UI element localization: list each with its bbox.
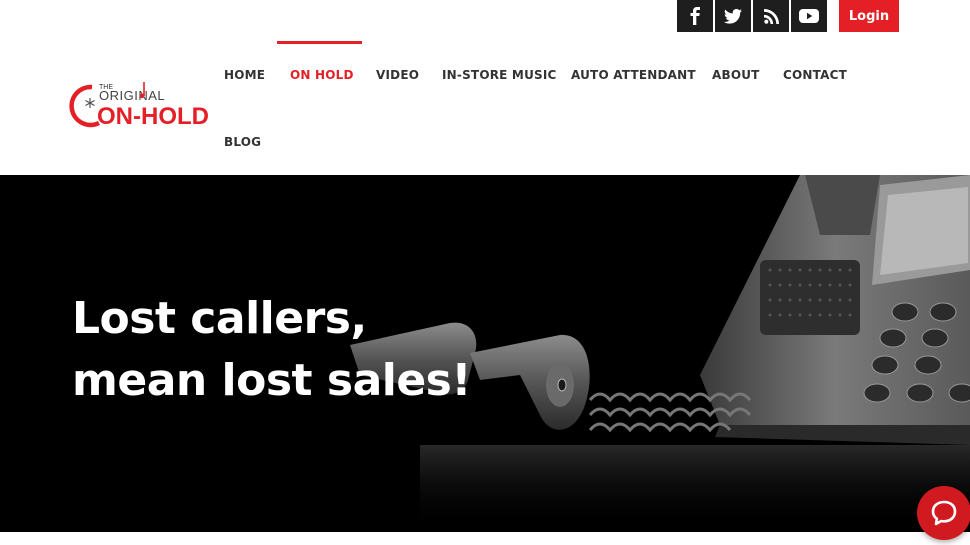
chat-button[interactable] bbox=[917, 486, 970, 540]
twitter-icon bbox=[724, 8, 742, 24]
hero-headline-line-2: mean lost sales! bbox=[72, 355, 471, 406]
hero-headline: Lost callers, mean lost sales! bbox=[72, 288, 471, 412]
site-logo[interactable]: THE ORIGINAL ON-HOLD bbox=[68, 78, 214, 130]
nav-on-hold[interactable]: ON HOLD bbox=[290, 68, 354, 82]
rss-button[interactable] bbox=[753, 0, 789, 32]
nav-in-store-music[interactable]: IN-STORE MUSIC bbox=[442, 68, 557, 82]
chat-bubble-icon bbox=[931, 500, 957, 526]
nav-home[interactable]: HOME bbox=[224, 68, 265, 82]
rss-icon bbox=[763, 8, 779, 24]
twitter-button[interactable] bbox=[715, 0, 751, 32]
youtube-button[interactable] bbox=[791, 0, 827, 32]
facebook-icon bbox=[690, 7, 700, 25]
snowflake-icon bbox=[85, 98, 95, 108]
nav-active-indicator bbox=[277, 41, 362, 44]
facebook-button[interactable] bbox=[677, 0, 713, 32]
nav-contact[interactable]: CONTACT bbox=[783, 68, 847, 82]
svg-text:ON-HOLD: ON-HOLD bbox=[97, 103, 209, 130]
nav-video[interactable]: VIDEO bbox=[376, 68, 419, 82]
login-button[interactable]: Login bbox=[839, 0, 899, 32]
hero-headline-line-1: Lost callers, bbox=[72, 293, 367, 344]
nav-about[interactable]: ABOUT bbox=[712, 68, 760, 82]
content-start bbox=[0, 532, 970, 545]
nav-auto-attendant[interactable]: AUTO ATTENDANT bbox=[571, 68, 696, 82]
youtube-icon bbox=[799, 9, 819, 23]
nav-blog[interactable]: BLOG bbox=[224, 135, 261, 149]
svg-text:ORIGINAL: ORIGINAL bbox=[99, 88, 165, 103]
